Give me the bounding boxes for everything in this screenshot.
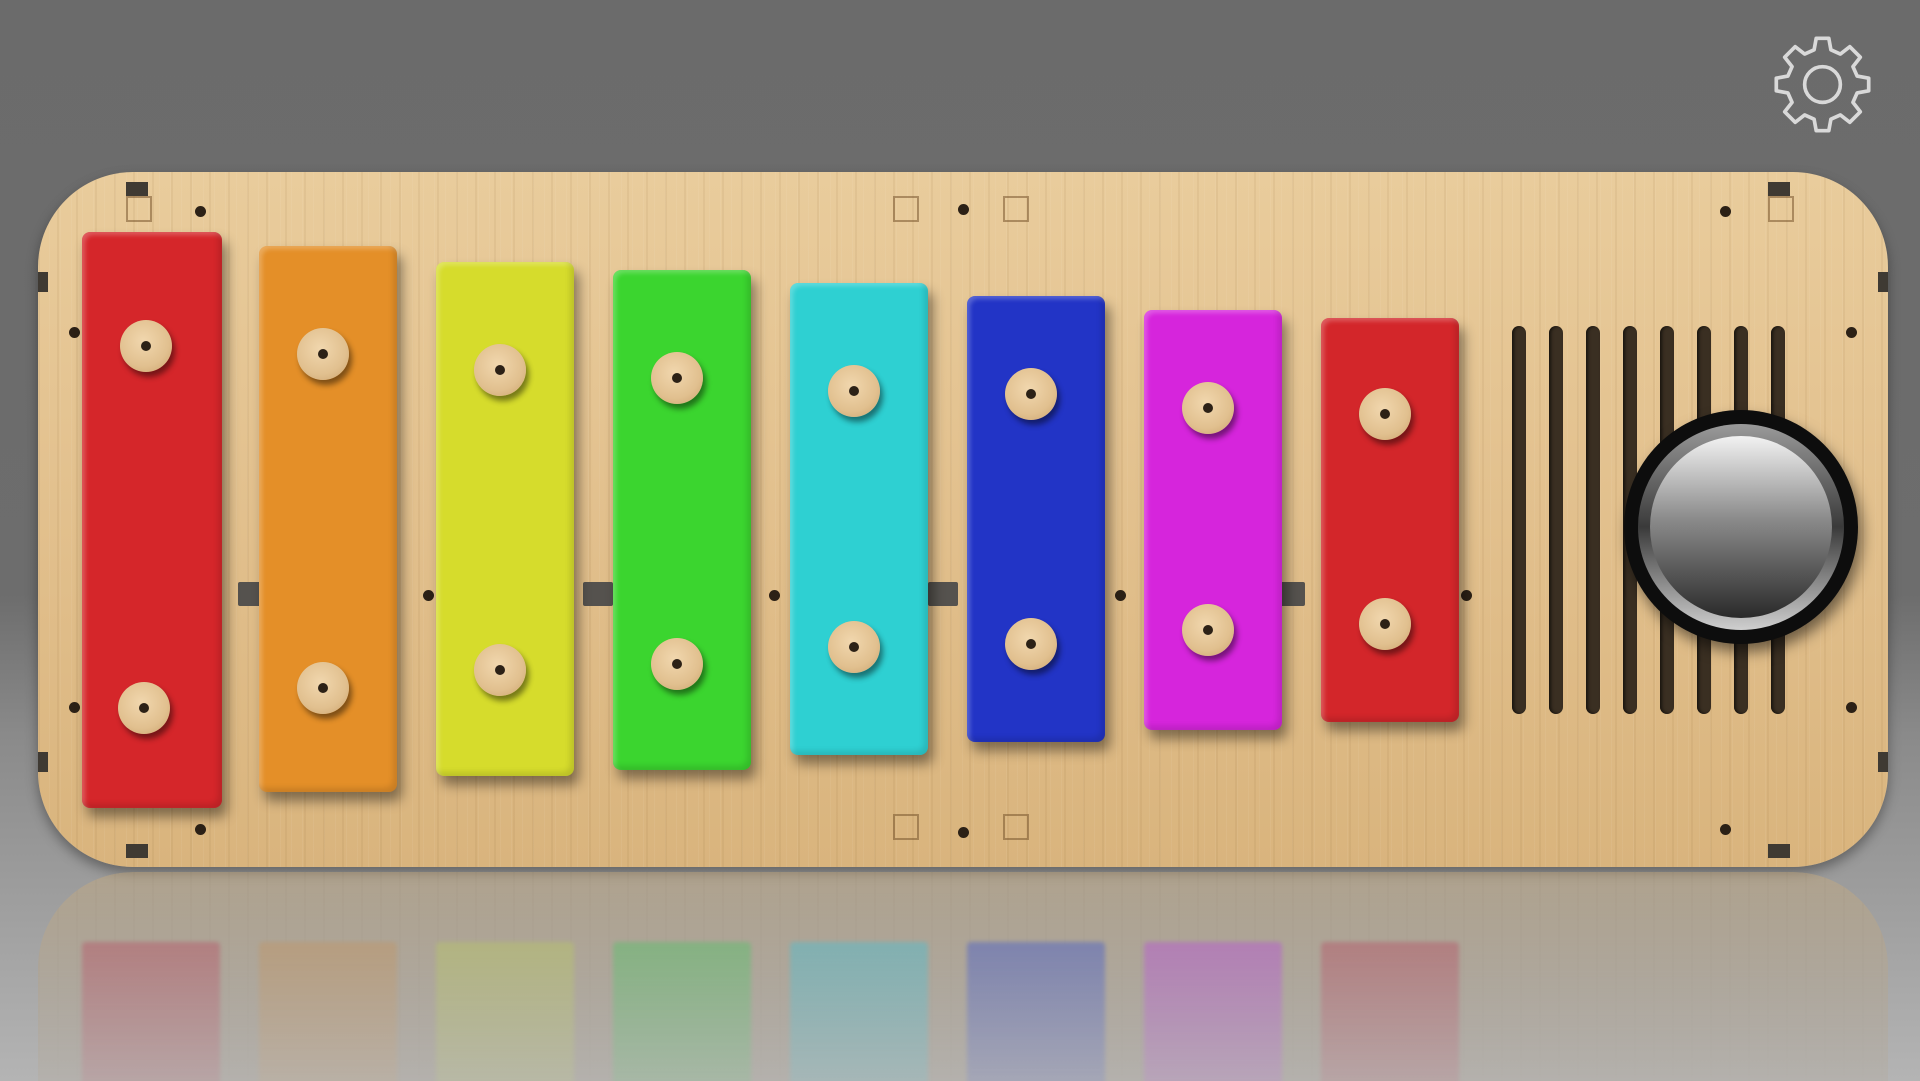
bar-peg	[651, 638, 703, 690]
button-face	[1650, 436, 1832, 618]
screw-dot	[423, 590, 434, 601]
bar-peg	[1182, 382, 1234, 434]
speaker-slot	[1549, 326, 1563, 714]
bar-reflection	[1321, 942, 1459, 1081]
support-rail	[583, 582, 613, 606]
screw-dot	[195, 824, 206, 835]
bar-peg	[1182, 604, 1234, 656]
bar-peg	[120, 320, 172, 372]
bar-reflection	[613, 942, 751, 1081]
screw-dot	[195, 206, 206, 217]
xylophone-bar-yellow[interactable]	[436, 262, 574, 776]
bar-reflection	[82, 942, 220, 1081]
round-play-button[interactable]	[1624, 410, 1858, 644]
bar-peg	[651, 352, 703, 404]
screw-dot	[1720, 824, 1731, 835]
screw-dot	[958, 204, 969, 215]
board-engraving	[126, 196, 152, 222]
board-reflection	[38, 872, 1888, 1081]
screw-dot	[769, 590, 780, 601]
bar-peg	[118, 682, 170, 734]
xylophone-bar-blue[interactable]	[967, 296, 1105, 742]
bar-peg	[1005, 368, 1057, 420]
screw-dot	[69, 702, 80, 713]
xylophone-board	[38, 172, 1888, 867]
bar-peg	[1359, 388, 1411, 440]
bar-peg	[828, 365, 880, 417]
board-notch	[1878, 752, 1888, 772]
board-engraving	[893, 814, 919, 840]
bar-reflection	[790, 942, 928, 1081]
xylophone-bar-orange[interactable]	[259, 246, 397, 792]
xylophone-bar-cyan[interactable]	[790, 283, 928, 755]
bar-reflection	[259, 942, 397, 1081]
board-notch	[126, 182, 148, 196]
bar-peg	[1359, 598, 1411, 650]
board-engraving	[1768, 196, 1794, 222]
xylophone-bar-magenta[interactable]	[1144, 310, 1282, 730]
bar-reflection	[967, 942, 1105, 1081]
screw-dot	[1846, 702, 1857, 713]
bar-peg	[297, 328, 349, 380]
xylophone-bar-red-high[interactable]	[1321, 318, 1459, 722]
board-notch	[38, 272, 48, 292]
board-notch	[38, 752, 48, 772]
board-notch	[1768, 182, 1790, 196]
board-engraving	[1003, 196, 1029, 222]
screw-dot	[1720, 206, 1731, 217]
board-engraving	[893, 196, 919, 222]
screw-dot	[1115, 590, 1126, 601]
board-engraving	[1003, 814, 1029, 840]
speaker-slot	[1512, 326, 1526, 714]
screw-dot	[69, 327, 80, 338]
xylophone-bar-red[interactable]	[82, 232, 222, 808]
bar-peg	[474, 644, 526, 696]
settings-gear-icon[interactable]	[1770, 32, 1875, 137]
board-notch	[1768, 844, 1790, 858]
bar-peg	[297, 662, 349, 714]
screw-dot	[1461, 590, 1472, 601]
bar-peg	[828, 621, 880, 673]
bar-reflection	[1144, 942, 1282, 1081]
xylophone-bar-green[interactable]	[613, 270, 751, 770]
screw-dot	[958, 827, 969, 838]
bar-peg	[1005, 618, 1057, 670]
bar-peg	[474, 344, 526, 396]
support-rail	[928, 582, 958, 606]
screw-dot	[1846, 327, 1857, 338]
bar-reflection	[436, 942, 574, 1081]
board-notch	[1878, 272, 1888, 292]
speaker-slot	[1586, 326, 1600, 714]
board-notch	[126, 844, 148, 858]
